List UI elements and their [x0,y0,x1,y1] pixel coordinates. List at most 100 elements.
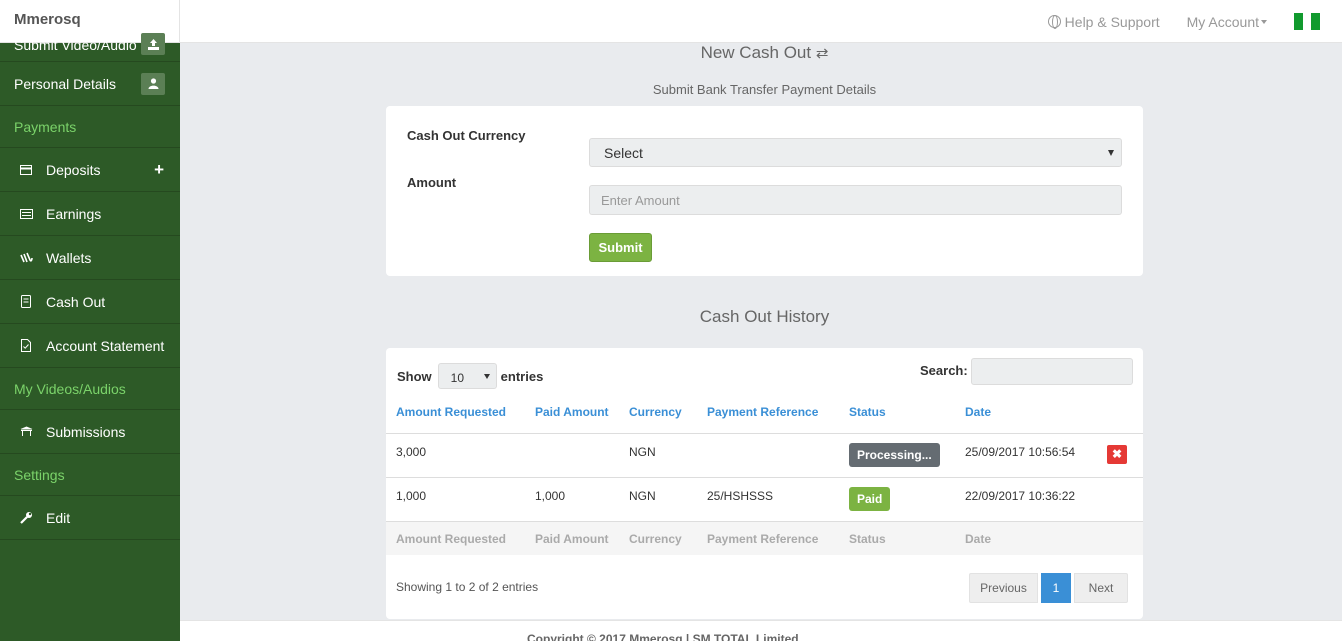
sidebar-item-label: Submit Video/Audio [14,37,137,53]
page-length-control: Show 10 entries [397,363,543,389]
previous-page-button[interactable]: Previous [969,573,1038,603]
sidebar-section-settings: Settings [0,454,180,496]
table-row: 3,000 NGN Processing... 25/09/2017 10:56… [386,433,1143,478]
sidebar-section-payments: Payments [0,106,180,148]
footer-status: Status [839,521,955,555]
search-input[interactable] [971,358,1133,385]
page-length-select[interactable]: 10 [437,363,497,389]
cell-date: 22/09/2017 10:36:22 [955,477,1097,522]
chevron-down-icon [1261,19,1267,24]
cell-status: Processing... [839,433,955,478]
show-label: Show [397,368,432,384]
sidebar-item-submissions[interactable]: Submissions [0,410,180,454]
footer-payment-reference: Payment Reference [697,521,839,555]
sidebar-item-account-statement[interactable]: Account Statement [0,324,180,368]
sidebar-item-label: Cash Out [46,293,106,310]
status-badge: Processing... [849,442,940,467]
page-subtitle: Submit Bank Transfer Payment Details [652,82,877,97]
page-length-value: 10 [450,371,465,385]
table-row: 1,000 1,000 NGN 25/HSHSSS Paid 22/09/201… [386,477,1143,522]
credit-card-icon [19,163,33,177]
cash-out-form: Cash Out Currency Select Amount Submit [386,106,1143,276]
next-page-button[interactable]: Next [1074,573,1128,603]
column-header-currency[interactable]: Currency [619,405,697,434]
footer-paid-amount: Paid Amount [525,521,619,555]
delete-button[interactable]: ✖ [1107,444,1127,464]
status-badge: Paid [849,486,891,511]
sidebar-item-cash-out[interactable]: Cash Out [0,280,180,324]
sidebar: Submit Video/Audio Personal Details Paym… [0,33,180,641]
sidebar-item-label: Personal Details [14,75,116,92]
upload-icon [141,33,165,55]
help-support-link[interactable]: Help & Support [1047,13,1160,30]
currency-select[interactable]: Select [589,138,1122,167]
my-account-label: My Account [1186,13,1259,30]
table-header-row: Amount Requested Paid Amount Currency Pa… [386,405,1143,434]
footer-date: Date [955,521,1097,555]
table-info: Showing 1 to 2 of 2 entries [396,580,539,594]
receipt-icon [19,295,33,309]
sidebar-item-label: Edit [46,509,71,526]
column-header-status[interactable]: Status [839,405,955,434]
page-footer: Copyright © 2017 Mmerosq | SM TOTAL Limi… [180,620,1342,641]
copyright-text: Copyright © 2017 Mmerosq | SM TOTAL Limi… [527,632,799,641]
submit-button[interactable]: Submit [589,233,652,262]
sidebar-item-submit-video[interactable]: Submit Video/Audio [0,33,180,62]
page-1-button[interactable]: 1 [1041,573,1071,603]
plus-icon[interactable]: + [154,160,164,180]
sidebar-item-label: Deposits [46,161,101,178]
column-header-date[interactable]: Date [955,405,1097,434]
search-label: Search: [920,363,968,378]
entries-label: entries [500,368,544,384]
amount-input[interactable] [589,185,1122,215]
sidebar-item-wallets[interactable]: Wallets [0,236,180,280]
sidebar-item-edit[interactable]: Edit [0,496,180,540]
cell-paid-amount [525,433,619,478]
cell-date: 25/09/2017 10:56:54 [955,433,1097,478]
cell-currency: NGN [619,477,697,522]
column-header-paid-amount[interactable]: Paid Amount [525,405,619,434]
cell-actions [1097,477,1143,522]
currency-select-value: Select [604,145,643,161]
footer-currency: Currency [619,521,697,555]
close-icon: ✖ [1111,447,1123,461]
pagination: Previous 1 Next [969,573,1128,603]
currency-label: Cash Out Currency [407,128,526,143]
sidebar-section-videos: My Videos/Audios [0,368,180,410]
my-account-dropdown[interactable]: My Account [1187,14,1267,30]
column-header-amount-requested[interactable]: Amount Requested [386,405,525,434]
chevron-down-icon [483,374,490,379]
sidebar-item-deposits[interactable]: Deposits + [0,148,180,192]
cell-amount-requested: 1,000 [386,477,525,522]
footer-actions [1097,521,1143,555]
wrench-icon [19,511,33,525]
cell-payment-reference: 25/HSHSSS [697,477,839,522]
cell-status: Paid [839,477,955,522]
list-icon [19,207,33,221]
language-flag-icon[interactable] [1294,13,1321,30]
sidebar-item-label: Earnings [46,205,102,222]
table-footer-row: Amount Requested Paid Amount Currency Pa… [386,521,1143,555]
sidebar-item-label: Wallets [46,249,92,266]
transfer-icon: ⇄ [815,45,829,62]
document-check-icon [19,339,33,353]
column-header-payment-reference[interactable]: Payment Reference [697,405,839,434]
sidebar-item-label: Account Statement [46,337,165,354]
globe-icon [1047,15,1061,29]
help-support-label: Help & Support [1064,13,1160,30]
top-nav: Help & Support My Account [1047,0,1342,43]
history-table-card: Show 10 entries Search: Amount Requested… [386,348,1143,619]
wallet-icon [19,251,33,265]
cash-out-history-table: Amount Requested Paid Amount Currency Pa… [386,405,1143,555]
footer-amount-requested: Amount Requested [386,521,525,555]
column-header-actions [1097,405,1143,434]
chevron-down-icon [1108,150,1114,156]
top-bar: Mmerosq Help & Support My Account [0,0,1342,43]
history-title: Cash Out History [699,307,830,326]
sidebar-item-label: Submissions [46,423,126,440]
cell-amount-requested: 3,000 [386,433,525,478]
amount-label: Amount [407,175,457,190]
sidebar-item-personal-details[interactable]: Personal Details [0,62,180,106]
cell-payment-reference [697,433,839,478]
sidebar-item-earnings[interactable]: Earnings [0,192,180,236]
